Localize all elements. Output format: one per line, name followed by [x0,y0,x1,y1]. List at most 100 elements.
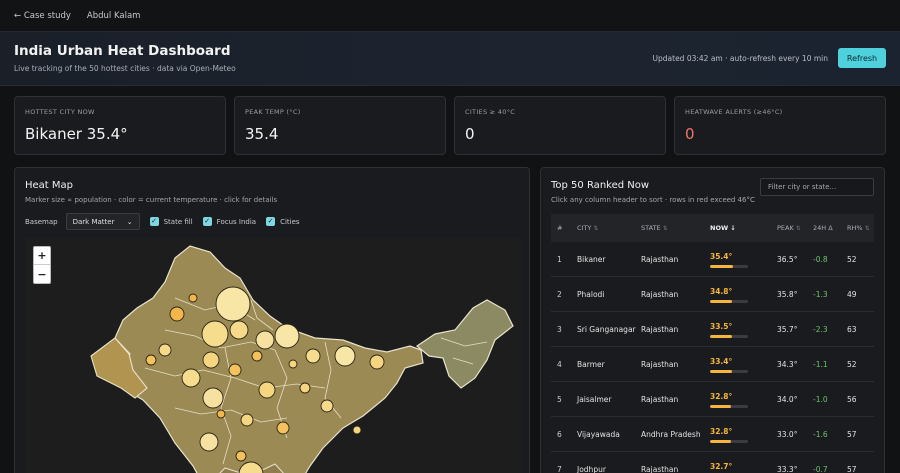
rh-cell: 49 [847,290,857,299]
header-label: Now ↓ [710,224,736,232]
chevron-down-icon: ⌄ [126,217,133,226]
table-row[interactable]: 2 Phalodi Rajasthan 35.8° -1.3 49 34.8° [551,277,874,312]
checkbox-checked-icon[interactable]: ✓ [202,217,212,226]
now-cell: 35.4° [710,242,748,277]
peak-cell: 33.3° [777,465,798,473]
rh-cell: 52 [847,360,857,369]
heat-map-card: Heat Map Marker size ∝ population · colo… [14,167,530,473]
update-status: Updated 03:42 am · auto-refresh every 10… [652,54,828,63]
table-row[interactable]: 6 Vijayawada Andhra Pradesh 33.0° -1.6 57 32.8… [551,417,874,452]
city-marker [258,381,276,399]
delta-cell: -1.6 [813,430,828,439]
dashboard-header: India Urban Heat Dashboard Live tracking… [0,31,900,86]
map-controls: Basemap Dark Matter ⌄ ✓ State fill ✓ Foc… [25,213,300,230]
toggle-cities[interactable]: ✓ Cities [266,217,300,226]
header-peak[interactable]: Peak ⇅ [777,224,801,232]
now-cell: 32.8° [710,417,748,452]
table-row[interactable]: 7 Jodhpur Rajasthan 33.3° -0.7 57 32.7° [551,452,874,473]
author-link[interactable]: Abdul Kalam [87,11,141,21]
kpi-value: Bikaner 35.4° [25,125,128,143]
toggle-label: Focus India [216,217,257,226]
now-temp: 33.4° [710,356,733,366]
checkbox-checked-icon[interactable]: ✓ [266,217,276,226]
city-marker [369,354,385,370]
now-temp: 35.4° [710,251,733,261]
zoom-out-button[interactable]: − [34,265,50,283]
zoom-in-button[interactable]: + [34,247,50,265]
state-cell: Rajasthan [641,255,679,264]
table-row[interactable]: 5 Jaisalmer Rajasthan 34.0° -1.0 56 32.8° [551,382,874,417]
header-rank[interactable]: # [557,224,562,232]
header-delta[interactable]: 24h Δ [813,223,841,233]
now-temp: 32.8° [710,391,733,401]
table-row[interactable]: 3 Sri Ganganagar Rajasthan 35.7° -2.3 63 33.5° [551,312,874,347]
city-marker [334,345,356,367]
rh-cell: 52 [847,255,857,264]
kpi-label: Cities ≥ 40°C [465,108,516,116]
temp-bar-fill [710,369,732,373]
peak-cell: 33.0° [777,430,798,439]
header-now[interactable]: Now ↓ [710,224,736,232]
rank-cell: 7 [557,465,562,473]
page-subtitle: Live tracking of the 50 hottest cities ·… [14,64,236,73]
state-cell: Andhra Pradesh [641,430,701,439]
ranking-description: Click any column header to sort · rows i… [551,196,755,204]
now-cell: 32.7° [710,452,748,473]
delta-cell: -2.3 [813,325,828,334]
temp-bar [710,334,748,338]
toggle-focus-india[interactable]: ✓ Focus India [202,217,257,226]
kpi-value: 35.4 [245,125,279,143]
basemap-select[interactable]: Dark Matter ⌄ [65,213,140,230]
delta-cell: -1.1 [813,360,828,369]
checkbox-checked-icon[interactable]: ✓ [149,217,159,226]
city-cell: Sri Ganganagar [577,325,636,334]
city-marker [240,413,254,427]
rh-cell: 57 [847,465,857,473]
kpi-row: Hottest city now Bikaner 35.4° Peak temp… [14,96,886,155]
sort-icon: ⇅ [864,224,870,232]
now-cell: 33.4° [710,347,748,382]
back-link[interactable]: ← Case study [14,11,71,21]
kpi-peak-temp: Peak temp (°C) 35.4 [234,96,446,155]
city-marker [276,421,290,435]
now-temp: 32.7° [710,461,733,471]
temp-bar-fill [710,264,733,268]
toggle-label: Cities [280,217,300,226]
ranking-title: Top 50 Ranked Now [551,180,650,191]
city-marker [288,359,298,369]
kpi-cities-over-40: Cities ≥ 40°C 0 [454,96,666,155]
table-header: # City ⇅ State ⇅ Now ↓ Peak ⇅ 24h Δ RH% ⇅ [551,214,874,242]
header-city[interactable]: City ⇅ [577,224,598,232]
temp-bar [710,439,748,443]
delta-cell: -0.7 [813,465,828,473]
city-marker [229,320,249,340]
city-marker [145,354,157,366]
temp-bar [710,369,748,373]
basemap-label: Basemap [25,217,58,226]
now-temp: 32.8° [710,426,733,436]
rank-cell: 5 [557,395,562,404]
city-marker [228,363,242,377]
sort-icon: ⇅ [662,224,668,232]
table-row[interactable]: 1 Bikaner Rajasthan 36.5° -0.8 52 35.4° [551,242,874,277]
rank-cell: 4 [557,360,562,369]
heat-map-description: Marker size ∝ population · color = curre… [25,196,278,204]
city-cell: Jodhpur [577,465,606,473]
header-state[interactable]: State ⇅ [641,224,668,232]
kpi-hottest-city: Hottest city now Bikaner 35.4° [14,96,226,155]
top-nav: ← Case study Abdul Kalam [0,0,900,31]
city-marker [305,348,321,364]
india-map[interactable] [25,238,521,473]
toggle-state-fill[interactable]: ✓ State fill [149,217,193,226]
delta-cell: -1.3 [813,290,828,299]
refresh-button[interactable]: Refresh [838,48,886,68]
state-cell: Rajasthan [641,395,679,404]
table-row[interactable]: 4 Barmer Rajasthan 34.3° -1.1 52 33.4° [551,347,874,382]
filter-input[interactable] [760,178,874,196]
header-rh[interactable]: RH% ⇅ [847,224,870,232]
now-temp: 33.5° [710,321,733,331]
toggle-label: State fill [163,217,193,226]
city-marker [216,409,226,419]
map-view[interactable]: + − [25,238,521,473]
temp-bar-fill [710,334,732,338]
